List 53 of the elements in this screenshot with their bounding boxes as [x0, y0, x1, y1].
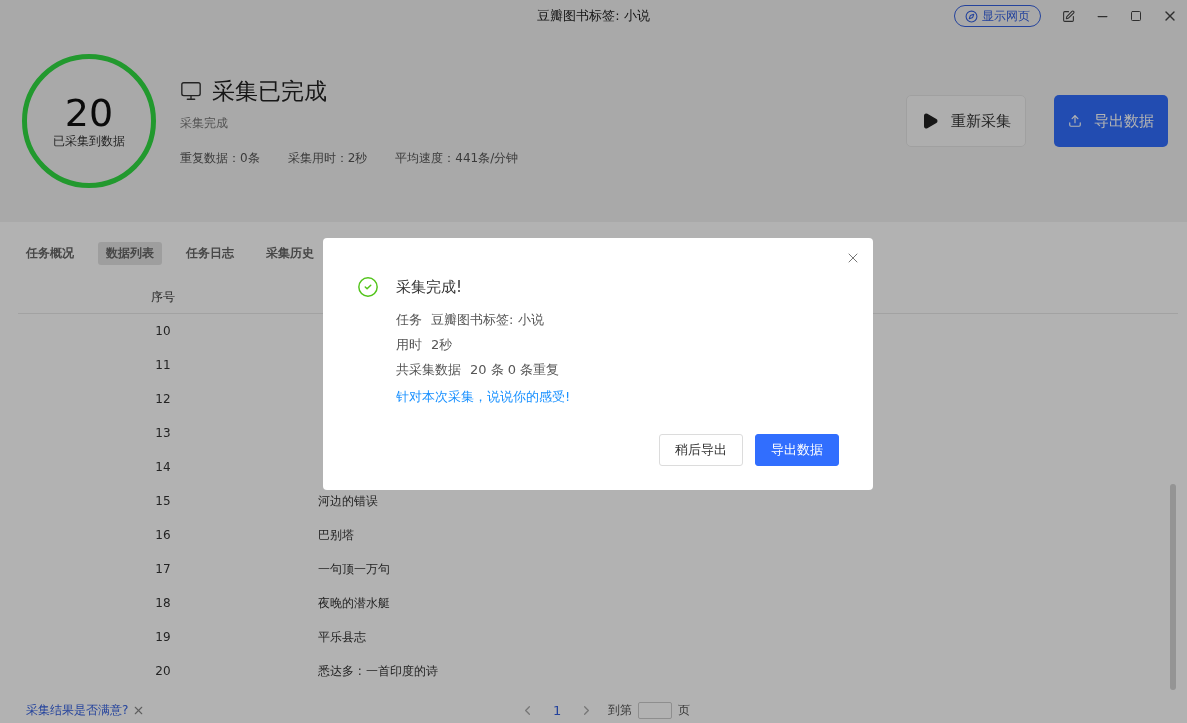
play-icon [921, 112, 939, 130]
page-suffix: 页 [678, 701, 691, 719]
stat-text: 重复数据：0条 [180, 149, 260, 167]
feedback-link[interactable]: 采集结果是否满意? [26, 701, 129, 719]
table-cell-text: 平乐县志 [317, 628, 367, 646]
stat-text: 平均速度：441条/分钟 [395, 149, 519, 167]
compass-icon [965, 9, 978, 23]
tab[interactable]: 任务概况 [18, 242, 82, 265]
table-cell-text: 巴别塔 [317, 526, 355, 544]
page-number[interactable]: 1 [549, 702, 566, 718]
table-cell-text: 悉达多 : 一首印度的诗 [317, 662, 439, 680]
feedback-link[interactable]: 针对本次采集，说说你的感受! [396, 389, 571, 404]
table-cell-text: 11 [154, 358, 172, 372]
goto-label: 到第 [608, 701, 633, 719]
table-cell-text: 17 [154, 562, 172, 576]
detail-value: 豆瓣图书标签: 小说 [431, 311, 544, 329]
stat-text: 采集用时：2秒 [287, 149, 368, 167]
detail-value: 2秒 [431, 336, 453, 354]
window-title: 豆瓣图书标签: 小说 [537, 7, 650, 25]
status-title: 采集已完成 [212, 76, 327, 106]
detail-label: 用时 [396, 336, 422, 354]
table-cell-text: 夜晚的潜水艇 [317, 594, 391, 612]
table-cell-text: 10 [154, 324, 172, 338]
success-icon [357, 276, 379, 298]
table-cell-text: 19 [154, 630, 172, 644]
table-cell-text: 15 [154, 494, 172, 508]
export-later-button[interactable]: 稍后导出 [659, 434, 743, 466]
export-button[interactable]: 导出数据 [755, 434, 839, 466]
page-input[interactable] [638, 701, 673, 719]
scrollbar[interactable] [1170, 484, 1176, 690]
table-cell-text: 16 [154, 528, 172, 542]
table-cell-text: 20 [154, 664, 172, 678]
column-header: 序号 [150, 288, 176, 306]
collected-label: 已采集到数据 [53, 132, 125, 150]
table-cell-text: 14 [154, 460, 172, 474]
restart-button[interactable]: 重新采集 [906, 95, 1026, 147]
tab[interactable]: 数据列表 [98, 242, 162, 265]
tab[interactable]: 任务日志 [178, 242, 242, 265]
status-subtitle: 采集完成 [180, 114, 229, 132]
table-cell-text: 13 [154, 426, 172, 440]
export-button[interactable]: 导出数据 [1054, 95, 1168, 147]
detail-label: 共采集数据 [396, 361, 461, 379]
table-cell-text: 一句顶一万句 [317, 560, 391, 578]
table-cell-text: 12 [154, 392, 172, 406]
monitor-icon [180, 80, 202, 102]
collected-count: 20 [64, 92, 114, 133]
upload-icon [1068, 114, 1082, 128]
table-cell-text: 河边的错误 [317, 492, 379, 510]
detail-value: 20 条 0 条重复 [470, 361, 560, 379]
table-cell-text: 18 [154, 596, 172, 610]
tab[interactable]: 采集历史 [258, 242, 322, 265]
detail-label: 任务 [396, 311, 422, 329]
dialog-title: 采集完成! [396, 277, 462, 297]
